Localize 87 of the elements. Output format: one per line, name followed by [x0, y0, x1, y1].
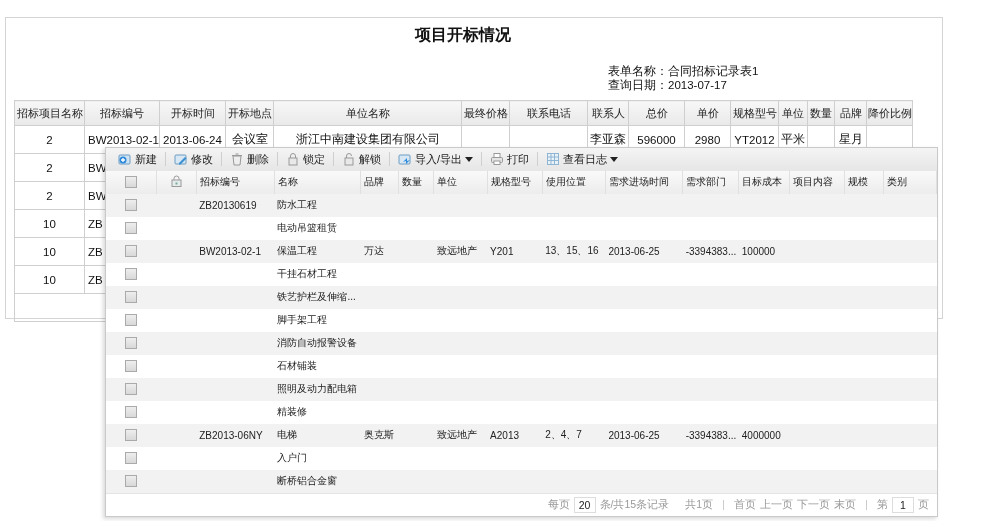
pager-label: 第	[877, 497, 888, 512]
column-header: 总价	[628, 100, 685, 126]
grid-cell: 干挂石材工程	[274, 262, 361, 286]
table-cell: 2	[14, 125, 85, 154]
lock-icon	[170, 175, 182, 187]
grid-cell: A2013	[487, 423, 543, 447]
row-checkbox[interactable]	[125, 406, 138, 419]
column-header: 品牌	[834, 100, 867, 126]
pager-label: 页	[918, 497, 929, 512]
page-size-field[interactable]: 20	[573, 496, 596, 513]
grid-cell: -3394383...	[682, 239, 739, 263]
page-number-field[interactable]: 1	[892, 496, 914, 513]
grid-cell: 照明及动力配电箱	[274, 377, 361, 401]
column-header: 开标地点	[225, 100, 274, 126]
grid-cell: 脚手架工程	[274, 308, 361, 332]
printer-icon	[490, 152, 505, 167]
row-checkbox[interactable]	[125, 291, 138, 304]
row-checkbox[interactable]	[125, 314, 138, 327]
grid-cell: -3394383...	[682, 423, 739, 447]
column-header: 降价比例	[866, 100, 913, 126]
grid-cell: 4000000	[738, 423, 790, 447]
grid-cell: 断桥铝合金窗	[274, 469, 361, 493]
grid-cell: 电动吊篮租赁	[274, 216, 361, 240]
grid-cell: 100000	[738, 239, 790, 263]
grid-cell: 13、15、16	[542, 239, 606, 263]
report-info: 表单名称：合同招标记录表1	[608, 64, 760, 78]
row-checkbox[interactable]	[125, 475, 138, 488]
table-cell: 10	[14, 209, 85, 238]
grid-cell: 2013-06-25	[605, 239, 683, 263]
table-cell: 10	[14, 237, 85, 266]
table-cell: 10	[14, 265, 85, 294]
column-header: 招标项目名称	[14, 100, 85, 126]
column-header: 最终价格	[461, 100, 510, 126]
grid-cell: 保温工程	[274, 239, 361, 263]
column-header: 规格型号	[730, 100, 779, 126]
grid-cell: 入户门	[274, 446, 361, 470]
row-checkbox[interactable]	[125, 337, 138, 350]
column-header: 招标编号	[84, 100, 160, 126]
caret-icon	[610, 156, 619, 162]
grid-cell: BW2013-02-1	[196, 239, 275, 263]
column-header: 单位	[778, 100, 808, 126]
row-checkbox[interactable]	[125, 245, 138, 258]
row-checkbox[interactable]	[125, 383, 138, 396]
row-checkbox[interactable]	[125, 360, 138, 373]
grid-cell: 奥克斯	[360, 423, 399, 447]
record-count: 条/共15条记录	[599, 497, 670, 512]
grid-cell: 石材铺装	[274, 354, 361, 378]
transfer-icon	[398, 152, 412, 167]
caret-icon	[465, 156, 474, 162]
column-header: 单价	[684, 100, 731, 126]
grid-cell: 2、4、7	[542, 423, 606, 447]
trash-icon	[230, 152, 244, 167]
grid-cell: 2013-06-25	[605, 423, 683, 447]
grid-cell: Y201	[487, 239, 543, 263]
grid-cell: 消防自动报警设备	[274, 331, 361, 355]
report-info: 查询日期：2013-07-17	[608, 78, 728, 92]
grid-cell: 万达	[360, 239, 399, 263]
grid-cell: 铁艺护栏及伸缩...	[274, 285, 361, 309]
report-title: 项目开标情况	[413, 25, 512, 45]
unlock-icon	[342, 152, 356, 167]
page-count: 共1页	[685, 497, 713, 512]
edit-icon	[174, 152, 188, 167]
lock-icon	[286, 152, 300, 167]
grid-cell: 精装修	[274, 400, 361, 424]
grid-cell: 电梯	[274, 423, 361, 447]
column-header: 开标时间	[159, 100, 226, 126]
select-all-checkbox[interactable]	[124, 176, 137, 189]
column-header: 单位名称	[273, 100, 462, 126]
add-icon	[118, 152, 132, 167]
column-header: 联系人	[587, 100, 629, 126]
pager-label: 每页	[547, 497, 570, 512]
toolbar-button[interactable]: 打印	[482, 148, 538, 171]
row-checkbox[interactable]	[125, 199, 138, 212]
row-checkbox[interactable]	[125, 452, 138, 465]
row-checkbox[interactable]	[125, 222, 138, 235]
table-cell: 2	[14, 153, 85, 182]
row-checkbox[interactable]	[125, 268, 138, 281]
table-icon	[546, 152, 561, 167]
grid-cell: 致远地产	[433, 239, 488, 263]
grid-cell: ZB2013-06NY	[196, 423, 275, 447]
grid-cell: 防水工程	[274, 193, 361, 217]
grid-cell: ZB20130619	[196, 193, 275, 217]
grid-cell: 致远地产	[433, 423, 488, 447]
row-checkbox[interactable]	[125, 429, 138, 442]
table-cell: 2	[14, 181, 85, 210]
column-header: 联系电话	[509, 100, 588, 126]
column-header: 数量	[807, 100, 835, 126]
